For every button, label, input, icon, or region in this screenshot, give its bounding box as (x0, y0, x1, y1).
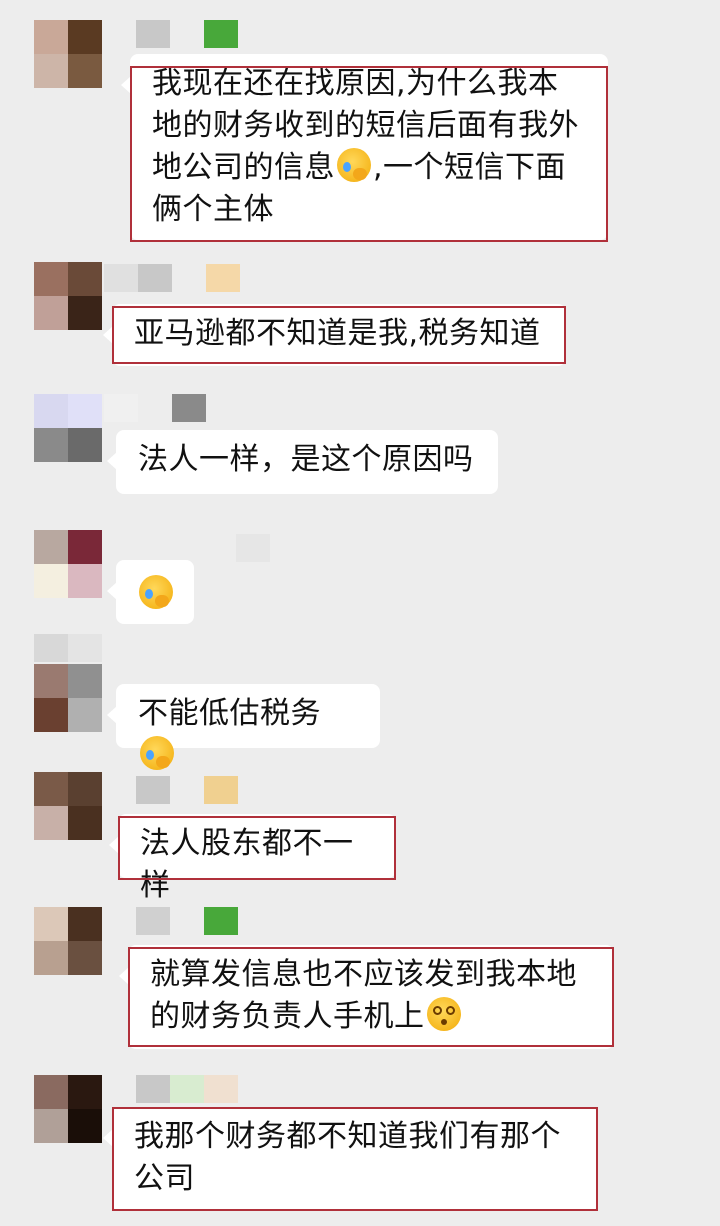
avatar[interactable] (34, 394, 102, 462)
message-bubble[interactable]: 亚马逊都不知道是我,税务知道 (103, 304, 566, 366)
chat-message: 不能低估税务 (0, 630, 720, 770)
face-palm-crying-emoji (139, 575, 173, 609)
chat-message (0, 510, 720, 630)
face-palm-crying-emoji (337, 148, 371, 182)
message-bubble[interactable] (107, 560, 194, 624)
sender-name-blurred (236, 534, 270, 562)
message-text: 不能低估税务 (138, 696, 321, 731)
message-bubble[interactable]: 法人一样，是这个原因吗 (107, 430, 498, 494)
avatar[interactable] (34, 907, 102, 975)
message-bubble[interactable]: 法人股东都不一样 (109, 814, 396, 903)
avatar[interactable] (34, 772, 102, 840)
avatar[interactable] (34, 262, 102, 330)
avatar[interactable] (34, 20, 102, 88)
sender-name-blurred (136, 1075, 238, 1103)
message-text: 我那个财务都不知道我们有那个公司 (134, 1119, 561, 1196)
chat-message: 我那个财务都不知道我们有那个公司 (0, 1055, 720, 1226)
chat-message: 就算发信息也不应该发到我本地的财务负责人手机上 (0, 895, 720, 1055)
sender-name-blurred (104, 394, 206, 422)
chat-message: 法人一样，是这个原因吗 (0, 380, 720, 510)
message-text: 亚马逊都不知道是我,税务知道 (134, 316, 541, 351)
chat-message: 我现在还在找原因,为什么我本地的财务收到的短信后面有我外地公司的信息 ,一个短信下… (0, 0, 720, 250)
message-bubble[interactable]: 不能低估税务 (107, 684, 380, 770)
message-text: 法人股东都不一样 (140, 826, 354, 903)
message-bubble[interactable]: 就算发信息也不应该发到我本地的财务负责人手机上 (119, 945, 614, 1049)
avatar[interactable] (34, 1075, 102, 1143)
chat-message: 法人股东都不一样 (0, 760, 720, 903)
dizzy-face-emoji (426, 997, 461, 1031)
message-text: 法人一样，是这个原因吗 (138, 442, 474, 477)
sender-name-blurred (136, 20, 238, 48)
message-bubble[interactable]: 我现在还在找原因,为什么我本地的财务收到的短信后面有我外地公司的信息 ,一个短信下… (121, 54, 608, 240)
chat-message: 亚马逊都不知道是我,税务知道 (0, 250, 720, 380)
sender-name-blurred (104, 264, 240, 292)
sender-name-blurred (136, 776, 238, 804)
message-text: 就算发信息也不应该发到我本地的财务负责人手机上 (150, 957, 577, 1034)
avatar[interactable] (34, 530, 102, 598)
avatar[interactable] (34, 664, 102, 732)
message-bubble[interactable]: 我那个财务都不知道我们有那个公司 (103, 1107, 598, 1211)
sender-name-blurred (34, 634, 102, 662)
sender-name-blurred (136, 907, 238, 935)
